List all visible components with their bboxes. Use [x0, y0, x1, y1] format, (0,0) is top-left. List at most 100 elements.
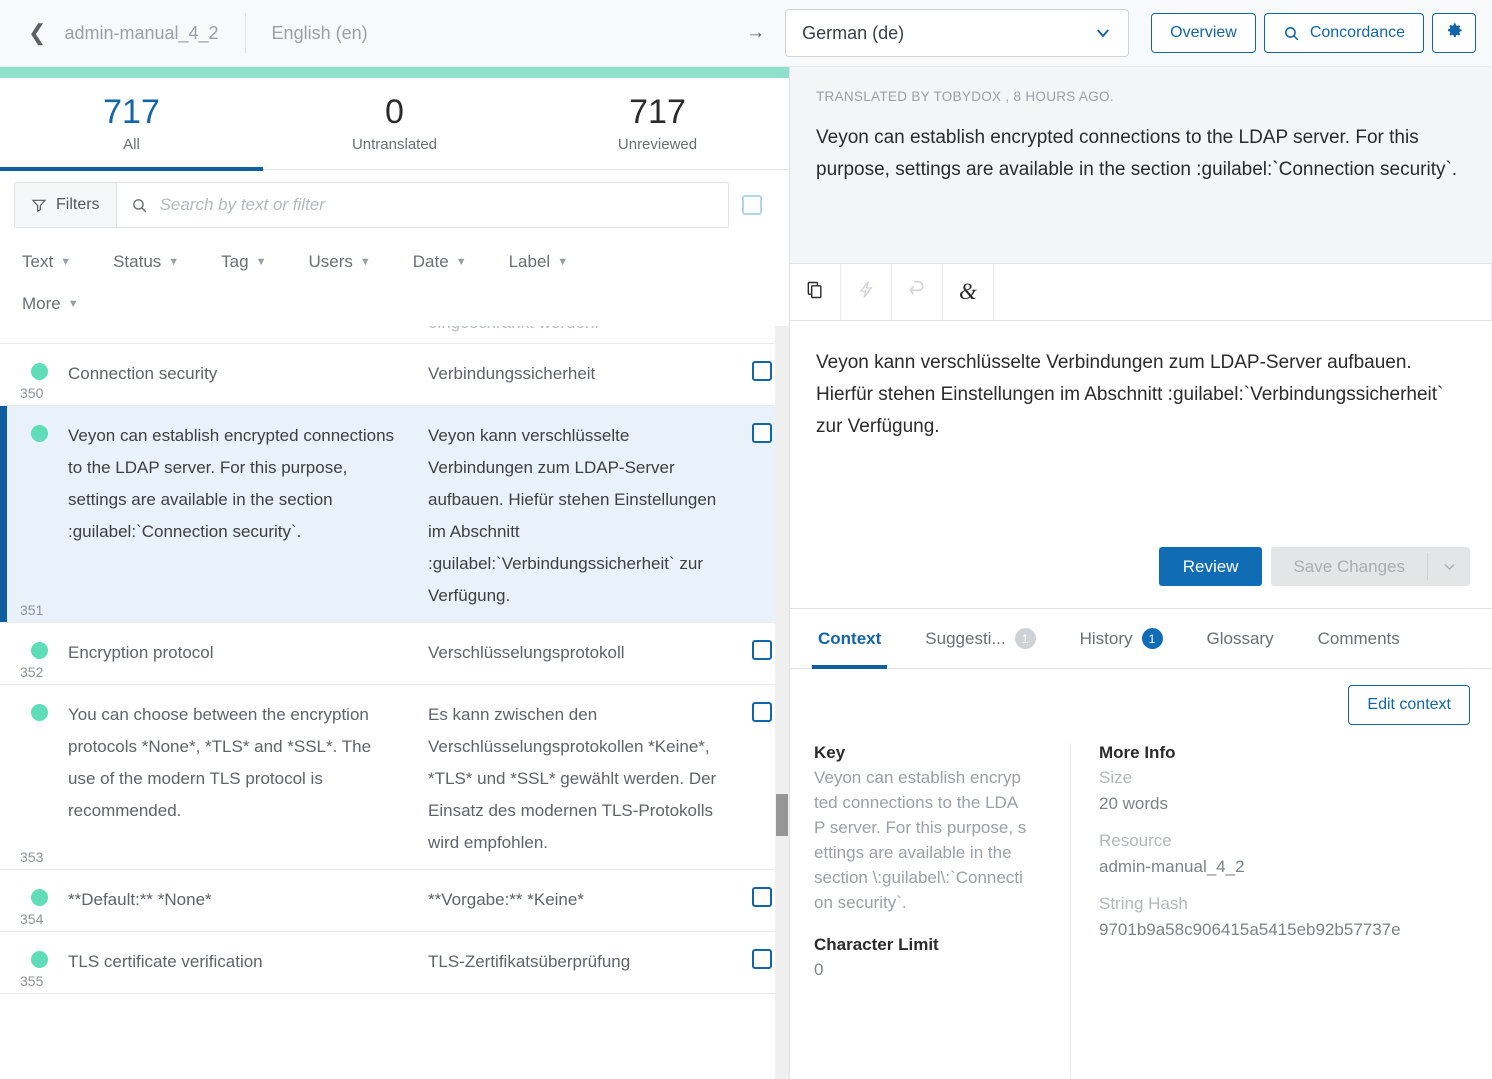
- progress-bar: [0, 67, 789, 78]
- search-input[interactable]: [159, 195, 718, 215]
- size-value: 20 words: [1099, 794, 1168, 813]
- tab-comments-label: Comments: [1317, 628, 1400, 648]
- tab-untranslated-label: Untranslated: [351, 136, 438, 153]
- filter-status-label: Status: [113, 252, 162, 271]
- row-source-text: TLS certificate verification: [68, 952, 263, 971]
- tab-suggestions-badge: 1: [1014, 628, 1036, 649]
- partial-row-text: eingeschränkt werden.: [428, 326, 599, 333]
- save-options-dropdown[interactable]: [1428, 547, 1470, 586]
- more-info-column: More Info Size 20 words Resource admin-m…: [1070, 743, 1492, 1079]
- search-box: Filters: [14, 182, 729, 228]
- chevron-down-icon: [1444, 564, 1454, 570]
- character-limit-group: Character Limit 0: [814, 935, 1046, 982]
- table-row[interactable]: 351 Veyon can establish encrypted connec…: [0, 406, 789, 623]
- arrow-right-icon: →: [746, 22, 766, 43]
- save-changes-button: Save Changes: [1293, 556, 1405, 576]
- filter-text[interactable]: Text ▼: [22, 252, 71, 272]
- row-checkbox[interactable]: [751, 361, 772, 381]
- copy-source-button[interactable]: [790, 264, 841, 320]
- key-heading: Key: [814, 743, 846, 762]
- search-icon: [132, 198, 146, 212]
- concordance-button[interactable]: Concordance: [1263, 13, 1424, 53]
- tab-glossary[interactable]: Glossary: [1185, 609, 1296, 668]
- tab-suggestions[interactable]: Suggesti... 1: [903, 609, 1057, 668]
- copy-icon: [805, 280, 825, 305]
- source-language-label: English (en): [271, 22, 368, 43]
- table-row[interactable]: 355 TLS certificate verification TLS-Zer…: [0, 932, 789, 994]
- row-checkbox[interactable]: [751, 702, 772, 722]
- filter-label-label: Label: [508, 252, 551, 271]
- chevron-down-icon: ▼: [557, 256, 569, 268]
- row-gutter: 353: [0, 699, 68, 865]
- filters-button[interactable]: Filters: [15, 183, 117, 227]
- special-characters-button[interactable]: &: [943, 264, 994, 320]
- translation-editor: Veyon kann verschlüsselte Verbindungen z…: [790, 321, 1492, 609]
- select-all-wrapper: [729, 195, 775, 215]
- row-checkbox[interactable]: [751, 887, 772, 907]
- table-row[interactable]: 352 Encryption protocol Verschlüsselungs…: [0, 623, 789, 685]
- context-panel: Key Veyon can establish encryp ted conne…: [790, 725, 1492, 1079]
- filter-more[interactable]: More ▼: [22, 294, 79, 314]
- edit-context-button[interactable]: Edit context: [1348, 685, 1470, 725]
- tab-context[interactable]: Context: [796, 609, 903, 669]
- tab-suggestions-label: Suggesti...: [925, 628, 1006, 648]
- filter-date[interactable]: Date ▼: [413, 252, 467, 272]
- tab-history[interactable]: History 1: [1058, 609, 1185, 668]
- filter-users[interactable]: Users ▼: [308, 252, 370, 272]
- machine-translate-button[interactable]: [841, 264, 892, 320]
- resource-value: admin-manual_4_2: [1099, 857, 1245, 876]
- select-all-checkbox[interactable]: [742, 195, 762, 215]
- filters-label: Filters: [56, 196, 100, 213]
- tab-context-label: Context: [818, 628, 882, 648]
- row-target-text: Verbindungssicherheit: [428, 364, 596, 383]
- tab-all-label: All: [123, 136, 140, 153]
- table-row[interactable]: 354 **Default:** *None* **Vorgabe:** *Ke…: [0, 870, 789, 932]
- row-gutter: 352: [0, 637, 68, 680]
- undo-button[interactable]: [892, 264, 943, 320]
- chevron-down-icon: ▼: [67, 298, 79, 310]
- target-language-value: German (de): [802, 22, 905, 43]
- row-checkbox[interactable]: [751, 949, 772, 969]
- overview-button[interactable]: Overview: [1151, 13, 1256, 53]
- character-limit-heading: Character Limit: [814, 935, 939, 954]
- chevron-down-icon: ▼: [359, 256, 371, 268]
- tab-all[interactable]: 717 All: [0, 78, 263, 171]
- search-icon: [1283, 25, 1300, 42]
- status-dot: [31, 951, 48, 968]
- row-source-text: You can choose between the encryption pr…: [68, 705, 372, 820]
- tab-unreviewed-label: Unreviewed: [617, 136, 698, 153]
- row-index: 355: [20, 973, 44, 989]
- search-row: Filters: [0, 170, 789, 236]
- target-language-select[interactable]: German (de): [785, 9, 1130, 57]
- gear-icon: [1445, 21, 1464, 45]
- list-scrollbar[interactable]: [775, 326, 789, 1079]
- filter-tag-label: Tag: [221, 252, 249, 271]
- row-target-text: Verschlüsselungsprotokoll: [428, 643, 625, 662]
- table-row[interactable]: 353 You can choose between the encryptio…: [0, 685, 789, 870]
- row-gutter: 351: [0, 420, 68, 618]
- row-checkbox[interactable]: [751, 640, 772, 660]
- status-dot: [31, 704, 48, 721]
- filter-label[interactable]: Label ▼: [509, 252, 569, 272]
- partial-row-above: eingeschränkt werden.: [0, 326, 789, 344]
- filter-status[interactable]: Status ▼: [113, 252, 179, 272]
- detail-panel: TRANSLATED BY TOBYDOX , 8 HOURS AGO. Vey…: [790, 67, 1492, 1079]
- review-button[interactable]: Review: [1158, 547, 1263, 586]
- row-checkbox[interactable]: [751, 423, 772, 443]
- tab-unreviewed[interactable]: 717 Unreviewed: [526, 78, 789, 170]
- tab-comments[interactable]: Comments: [1296, 609, 1422, 668]
- table-row[interactable]: 350 Connection security Verbindungssiche…: [0, 344, 789, 406]
- tab-untranslated[interactable]: 0 Untranslated: [263, 78, 526, 170]
- detail-tabs: Context Suggesti... 1 History 1 Glossary…: [790, 609, 1492, 669]
- key-value: Veyon can establish encryp ted connectio…: [814, 768, 1027, 912]
- settings-button[interactable]: [1432, 13, 1476, 53]
- back-icon[interactable]: ❮: [28, 22, 46, 44]
- toolbar-spacer: [994, 264, 1492, 320]
- translation-input[interactable]: Veyon kann verschlüsselte Verbindungen z…: [790, 321, 1492, 443]
- scrollbar-thumb[interactable]: [776, 794, 788, 836]
- row-target-text: Veyon kann verschlüsselte Verbindungen z…: [428, 426, 717, 605]
- row-index: 353: [20, 849, 44, 865]
- filter-tag[interactable]: Tag ▼: [221, 252, 266, 272]
- row-target-text: Es kann zwischen den Verschlüsselungspro…: [428, 705, 717, 852]
- segment-list-panel: 717 All 0 Untranslated 717 Unreviewed Fi…: [0, 67, 790, 1079]
